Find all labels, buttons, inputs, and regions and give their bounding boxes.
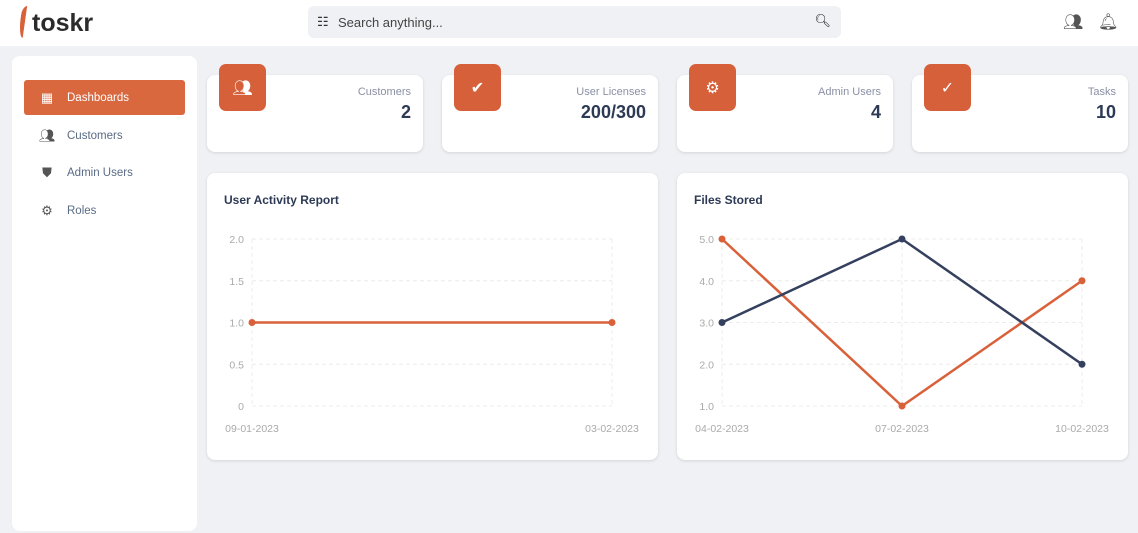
x-tick-label: 04-02-2023 <box>695 423 749 435</box>
search-input[interactable] <box>338 14 808 30</box>
user-activity-chart: User Activity Report 0 0.5 1.0 1.5 2.0 09-01-2… <box>207 173 658 460</box>
sidebar-item-label: Roles <box>67 204 97 217</box>
chart-svg: 1.0 2.0 3.0 4.0 5.0 04-02-2023 07-02-2023 10-02… <box>695 234 1109 435</box>
stat-card-tasks[interactable]: ✓ Tasks 10 <box>912 64 1128 152</box>
stat-value: 2 <box>400 102 411 122</box>
series-orange-point <box>898 402 906 410</box>
sidebar-item-label: Customers <box>67 129 123 142</box>
y-tick-label: 3.0 <box>699 318 714 330</box>
y-tick-label: 1.0 <box>699 401 714 413</box>
search-icon[interactable]: 🔍︎ <box>814 13 831 29</box>
dashboard-icon: ▦ <box>40 89 54 105</box>
stat-label: Tasks <box>1087 86 1116 98</box>
y-tick-label: 0 <box>238 401 244 413</box>
series-navy-point <box>1078 360 1086 368</box>
y-tick-label: 1.5 <box>229 276 244 288</box>
shield-user-icon: ⛊ <box>42 164 52 180</box>
series-navy-point <box>718 319 726 326</box>
group-icon: 👥︎ <box>219 64 266 111</box>
x-tick-label: 03-02-2023 <box>585 423 639 435</box>
team-icon[interactable]: 👥︎ <box>1063 12 1083 32</box>
y-tick-label: 2.0 <box>229 234 244 246</box>
x-tick-label: 10-02-2023 <box>1055 423 1109 435</box>
verified-badge-icon: ✔ <box>454 64 501 111</box>
series-orange-point <box>718 235 726 243</box>
search-bar: ☷ 🔍︎ <box>308 6 841 38</box>
sidebar-item-admin-users[interactable]: ⛊ Admin Users <box>24 155 185 190</box>
sidebar-item-customers[interactable]: 👥︎ Customers <box>24 118 185 153</box>
filter-icon[interactable]: ☷ <box>317 14 329 30</box>
y-tick-label: 0.5 <box>229 359 244 371</box>
stat-value: 200/300 <box>580 102 646 122</box>
stat-label: User Licenses <box>576 86 646 98</box>
y-tick-label: 2.0 <box>699 359 714 371</box>
brand-name: toskr <box>32 9 94 37</box>
user-gear-icon: ⚙ <box>689 64 736 111</box>
stat-card-admin-users[interactable]: ⚙ Admin Users 4 <box>677 64 893 152</box>
sidebar-item-roles[interactable]: ⚙ Roles <box>24 193 185 228</box>
sidebar: ▦ Dashboards 👥︎ Customers ⛊ Admin Users ⚙ Ro… <box>12 56 197 531</box>
x-tick-label: 09-01-2023 <box>225 423 279 435</box>
y-tick-label: 1.0 <box>229 318 244 330</box>
bell-icon[interactable]: 🔔︎ <box>1098 12 1118 32</box>
task-file-icon: ✓ <box>924 64 971 111</box>
stat-value: 10 <box>1095 102 1116 122</box>
stat-value: 4 <box>870 102 881 122</box>
series-navy-point <box>898 235 906 243</box>
stat-card-customers[interactable]: 👥︎ Customers 2 <box>207 64 423 152</box>
series-orange-point <box>1078 277 1086 285</box>
files-stored-chart: Files Stored 1.0 2.0 3.0 4.0 5.0 04-02-2023 07-… <box>677 173 1128 460</box>
stat-label: Admin Users <box>818 86 881 98</box>
x-tick-label: 07-02-2023 <box>875 423 929 435</box>
activity-point <box>248 319 256 326</box>
sidebar-item-label: Dashboards <box>67 91 130 104</box>
activity-point <box>608 319 616 326</box>
stat-card-user-licenses[interactable]: ✔ User Licenses 200/300 <box>442 64 658 152</box>
chart-svg: 0 0.5 1.0 1.5 2.0 09-01-2023 03-02-2023 <box>225 234 639 435</box>
sidebar-item-label: Admin Users <box>67 166 133 179</box>
top-bar: toskr ☷ 🔍︎ 👥︎ 🔔︎ <box>0 0 1138 46</box>
group-icon: 👥︎ <box>39 127 56 143</box>
sidebar-item-dashboards[interactable]: ▦ Dashboards <box>24 80 185 115</box>
y-tick-label: 5.0 <box>699 234 714 246</box>
stat-label: Customers <box>357 86 411 98</box>
y-tick-label: 4.0 <box>699 276 714 288</box>
logo[interactable]: toskr <box>17 6 94 38</box>
user-gear-icon: ⚙ <box>41 202 53 218</box>
logo-swoosh-icon <box>17 6 33 38</box>
